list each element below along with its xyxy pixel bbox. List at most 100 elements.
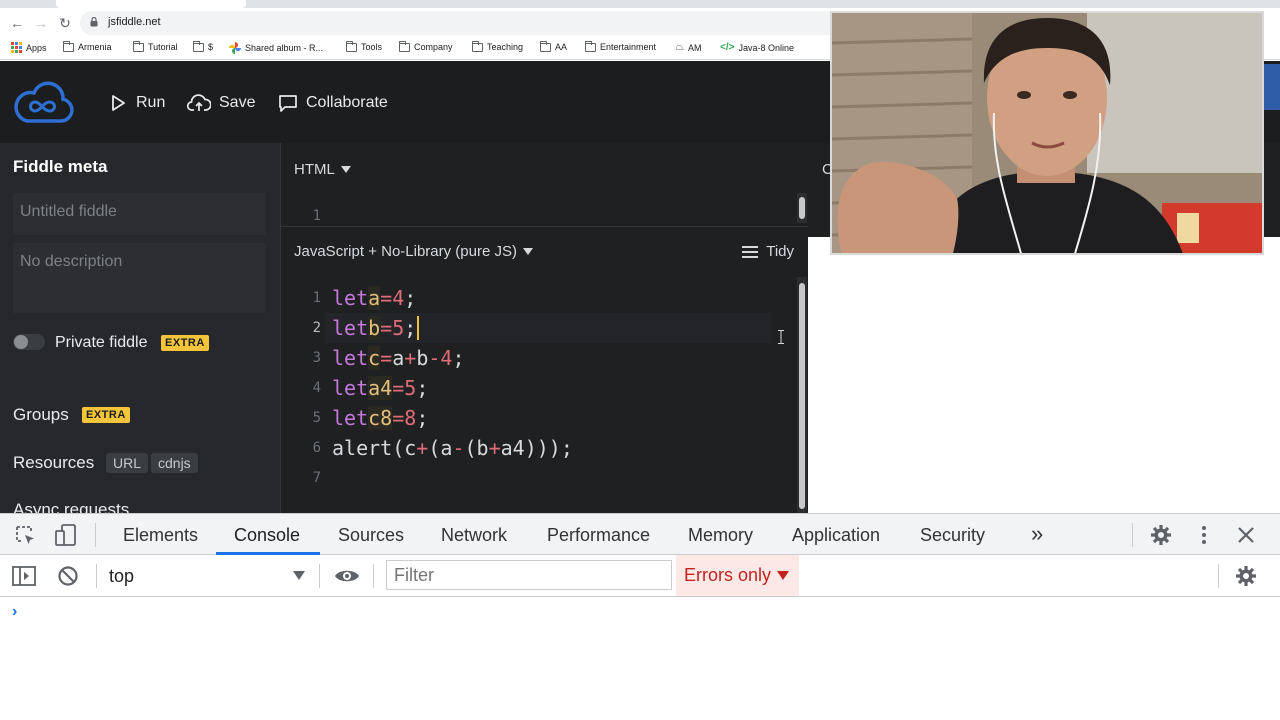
punctuation-token: ; [416,406,429,430]
tab-elements[interactable]: Elements [123,525,198,546]
js-editor-scrollbar[interactable] [797,277,807,513]
bookmark-company[interactable]: Company [399,40,453,52]
tab-application[interactable]: Application [792,525,880,546]
line-number: 6 [312,440,321,456]
identifier-token: (a [428,436,453,460]
save-button[interactable]: Save [187,91,255,115]
resources-label[interactable]: Resources [13,453,94,473]
forward-icon[interactable]: → [32,14,50,32]
collaborate-button[interactable]: Collaborate [278,91,388,115]
bookmark-teaching[interactable]: Teaching [472,40,523,52]
more-tabs-button[interactable]: » [1031,521,1043,547]
tab-console[interactable]: Console [234,525,300,546]
bookmark-label: Shared album - R... [245,43,324,53]
console-settings-gear-icon[interactable] [1235,565,1257,587]
tab-performance[interactable]: Performance [547,525,650,546]
resource-cdnjs-button[interactable]: cdnjs [151,453,198,473]
code-line-6[interactable]: 6 alert(c + (a - (b + a4))); [293,433,573,463]
caret-down-icon [523,248,533,255]
line-number: 7 [312,470,321,486]
html-editor-scrollbar[interactable] [797,193,807,223]
live-expression-eye-icon[interactable] [334,567,360,585]
sidebar-toggle-icon[interactable] [12,565,36,587]
bookmark-apps[interactable]: Apps [11,42,47,53]
toolbar-separator [319,564,320,588]
code-line-2[interactable]: 2 let b = 5; [293,313,420,343]
bookmark-shared-album[interactable]: Shared album - R... [229,42,323,54]
lock-icon [90,17,98,27]
folder-icon [585,40,596,52]
code-line-1[interactable]: 1 let a = 4; [293,283,416,313]
bookmark-tutorial[interactable]: Tutorial [133,40,178,52]
tab-security[interactable]: Security [920,525,985,546]
toolbar-separator [96,564,97,588]
resource-url-button[interactable]: URL [106,453,149,473]
folder-icon [472,40,483,52]
console-filter-input[interactable] [386,560,672,590]
tab-network[interactable]: Network [441,525,507,546]
line-number: 1 [312,208,321,224]
number-token: 5 [404,376,417,400]
fiddle-title-input[interactable]: Untitled fiddle [13,193,266,235]
bookmark-dollar[interactable]: $ [193,40,213,52]
variable-token: a [368,286,381,310]
code-line-5[interactable]: 5 let c8 = 8; [293,403,428,433]
jsfiddle-logo[interactable] [13,81,75,125]
number-token: 5 [392,316,405,340]
scroll-thumb[interactable] [799,197,805,219]
bookmark-label: AA [555,42,568,52]
context-selector[interactable]: top [109,566,134,587]
punctuation-token: ; [416,376,429,400]
run-label: Run [136,94,166,111]
tab-memory[interactable]: Memory [688,525,753,546]
js-panel-label: JavaScript + No-Library (pure JS) [294,243,517,260]
private-fiddle-toggle[interactable] [13,334,45,350]
tab-sources[interactable]: Sources [338,525,404,546]
header-accent-strip [1264,64,1280,110]
inspect-element-icon[interactable] [14,524,36,546]
async-requests-label[interactable]: Async requests [13,500,129,513]
bookmark-label: Tutorial [148,42,178,52]
bookmark-tools[interactable]: Tools [346,40,382,52]
line-number: 2 [312,320,321,336]
groups-label[interactable]: Groups [13,405,69,425]
clear-console-icon[interactable] [57,565,79,587]
bookmark-aa[interactable]: AA [540,40,568,52]
folder-icon [540,40,551,52]
private-fiddle-label: Private fiddle [55,334,148,351]
tidy-label: Tidy [766,243,794,260]
back-icon[interactable]: ← [8,14,26,32]
close-icon[interactable] [1237,526,1255,544]
html-panel-selector[interactable]: HTML [294,161,351,178]
device-toolbar-icon[interactable] [54,523,78,547]
code-line-7[interactable]: 7 [293,463,332,493]
caret-down-icon [777,571,790,580]
bookmark-label: Apps [26,42,47,53]
settings-gear-icon[interactable] [1150,524,1172,546]
toolbar-separator [1132,523,1133,547]
caret-down-icon [293,571,305,580]
variable-token: a4 [368,376,393,400]
devtools-panel: Elements Console Sources Network Perform… [0,513,1280,720]
log-levels-dropdown[interactable]: Errors only [676,555,799,596]
fiddle-description-input[interactable]: No description [13,243,266,313]
omnibox[interactable]: jsfiddle.net [80,11,840,35]
browser-tab[interactable] [56,0,246,8]
align-lines-icon [742,245,759,258]
reload-icon[interactable]: ↻ [56,14,74,32]
code-line-4[interactable]: 4 let a4 = 5; [293,373,428,403]
panel-divider[interactable] [281,226,809,227]
tidy-button[interactable]: Tidy [742,243,794,260]
scroll-thumb[interactable] [799,283,805,509]
more-vertical-icon[interactable] [1196,524,1212,546]
code-line-3[interactable]: 3 let c = a + b - 4; [293,343,465,373]
bookmark-entertainment[interactable]: Entertainment [585,40,656,52]
punctuation-token: ; [404,286,417,310]
run-button[interactable]: Run [108,91,165,115]
bookmark-armenia[interactable]: Armenia [63,40,112,52]
js-panel-selector[interactable]: JavaScript + No-Library (pure JS) [294,243,533,260]
bookmark-am[interactable]: ⏢ AM [676,42,702,53]
punctuation-token: ; [452,346,465,370]
bookmark-java8[interactable]: </> Java-8 Online [720,42,794,53]
console-prompt[interactable]: › [12,603,17,621]
